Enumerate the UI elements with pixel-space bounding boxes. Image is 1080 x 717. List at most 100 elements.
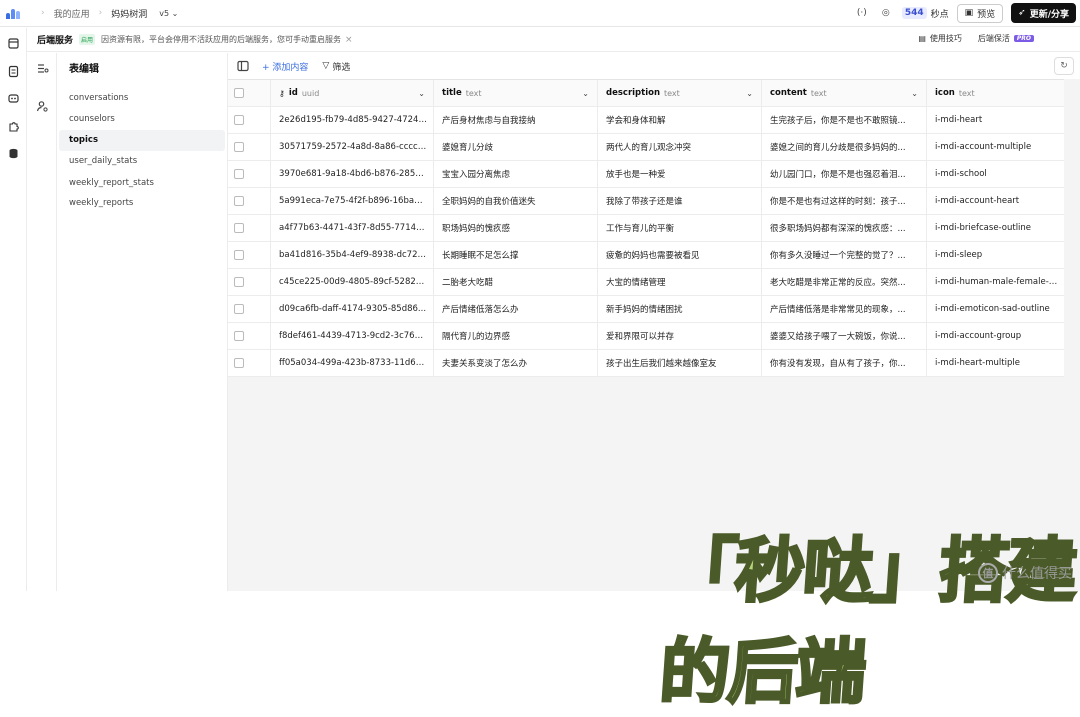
table-row[interactable]: d09ca6fb-daff-4174-9305-85d86... 产后情绪低落怎么… <box>228 296 1064 323</box>
puzzle-icon[interactable] <box>7 120 20 133</box>
select-all-checkbox[interactable] <box>234 88 244 98</box>
cell-icon[interactable]: i-mdi-sleep <box>927 242 1064 268</box>
refresh-button[interactable]: ↻ <box>1054 57 1074 75</box>
row-checkbox[interactable] <box>234 304 244 314</box>
cell-icon[interactable]: i-mdi-school <box>927 161 1064 187</box>
cell-content[interactable]: 产后情绪低落是非常常见的现象，... <box>762 296 927 322</box>
table-settings-icon[interactable] <box>36 62 49 75</box>
breadcrumb-my-apps[interactable]: 我的应用 <box>54 7 90 20</box>
cell-description[interactable]: 工作与育儿的平衡 <box>598 215 762 241</box>
row-checkbox[interactable] <box>234 196 244 206</box>
cell-id[interactable]: d09ca6fb-daff-4174-9305-85d86... <box>271 296 434 322</box>
cell-content[interactable]: 幼儿园门口，你是不是也强忍着泪... <box>762 161 927 187</box>
cell-description[interactable]: 新手妈妈的情绪困扰 <box>598 296 762 322</box>
cell-icon[interactable]: i-mdi-account-multiple <box>927 134 1064 160</box>
table-row[interactable]: 3970e681-9a18-4bd6-b876-285cd... 宝宝入园分离焦虑… <box>228 161 1064 188</box>
version-selector[interactable]: v5 ⌄ <box>155 8 182 19</box>
column-header-content[interactable]: content text ⌄ <box>762 80 927 106</box>
row-checkbox[interactable] <box>234 277 244 287</box>
cell-content[interactable]: 婆婆又给孩子喂了一大碗饭，你说... <box>762 323 927 349</box>
cell-icon[interactable]: i-mdi-account-heart <box>927 188 1064 214</box>
table-row[interactable]: 2e26d195-fb79-4d85-9427-47243... 产后身材焦虑与自… <box>228 107 1064 134</box>
robot-icon[interactable] <box>7 92 20 105</box>
cell-icon[interactable]: i-mdi-account-group <box>927 323 1064 349</box>
table-row[interactable]: 5a991eca-7e75-4f2f-b896-16ba93... 全职妈妈的自我… <box>228 188 1064 215</box>
seconds-balance[interactable]: 544 秒点 <box>901 7 949 20</box>
cell-description[interactable]: 孩子出生后我们越来越像室友 <box>598 350 762 376</box>
row-checkbox[interactable] <box>234 115 244 125</box>
cell-icon[interactable]: i-mdi-briefcase-outline <box>927 215 1064 241</box>
cell-content[interactable]: 生完孩子后，你是不是也不敢照镜... <box>762 107 927 133</box>
table-row[interactable]: ff05a034-499a-423b-8733-11d69c... 夫妻关系变淡了… <box>228 350 1064 377</box>
cell-description[interactable]: 大宝的情绪管理 <box>598 269 762 295</box>
table-row[interactable]: c45ce225-00d9-4805-89cf-52821... 二胎老大吃醋 大宝… <box>228 269 1064 296</box>
document-icon[interactable] <box>7 65 20 78</box>
cell-content[interactable]: 很多职场妈妈都有深深的愧疚感：... <box>762 215 927 241</box>
chevron-down-icon[interactable]: ⌄ <box>582 89 589 98</box>
page-icon[interactable] <box>7 37 20 50</box>
table-item-topics[interactable]: topics <box>59 130 225 151</box>
column-header-icon[interactable]: icon text <box>927 80 1064 106</box>
cell-description[interactable]: 学会和身体和解 <box>598 107 762 133</box>
table-row[interactable]: f8def461-4439-4713-9cd2-3c767a... 隔代育儿的边界… <box>228 323 1064 350</box>
column-header-id[interactable]: ⚷ id uuid ⌄ <box>271 80 434 106</box>
row-checkbox[interactable] <box>234 331 244 341</box>
cell-id[interactable]: 5a991eca-7e75-4f2f-b896-16ba93... <box>271 188 434 214</box>
cell-title[interactable]: 职场妈妈的愧疚感 <box>434 215 598 241</box>
cell-title[interactable]: 宝宝入园分离焦虑 <box>434 161 598 187</box>
cell-icon[interactable]: i-mdi-heart <box>927 107 1064 133</box>
cell-description[interactable]: 我除了带孩子还是谁 <box>598 188 762 214</box>
cell-title[interactable]: 婆媳育儿分歧 <box>434 134 598 160</box>
cell-id[interactable]: ba41d816-35b4-4ef9-8938-dc72d... <box>271 242 434 268</box>
table-row[interactable]: ba41d816-35b4-4ef9-8938-dc72d... 长期睡眠不足怎么… <box>228 242 1064 269</box>
preview-button[interactable]: ▣ 预览 <box>956 3 1004 23</box>
cell-title[interactable]: 长期睡眠不足怎么撑 <box>434 242 598 268</box>
cell-content[interactable]: 你是不是也有过这样的时刻：孩子... <box>762 188 927 214</box>
cell-icon[interactable]: i-mdi-emoticon-sad-outline <box>927 296 1064 322</box>
cell-title[interactable]: 二胎老大吃醋 <box>434 269 598 295</box>
target-icon[interactable]: ◎ <box>878 5 894 21</box>
filter-button[interactable]: ▽ 筛选 <box>322 60 350 73</box>
table-row[interactable]: a4f77b63-4471-43f7-8d55-77149e... 职场妈妈的愧疚… <box>228 215 1064 242</box>
sidebar-toggle-icon[interactable] <box>236 59 250 73</box>
cell-id[interactable]: 30571759-2572-4a8d-8a86-cccc3... <box>271 134 434 160</box>
column-header-title[interactable]: title text ⌄ <box>434 80 598 106</box>
tips-link[interactable]: ▤ 使用技巧 <box>918 33 962 44</box>
close-icon[interactable]: × <box>345 35 353 45</box>
keepalive-toggle[interactable]: 后端保活 PRO <box>978 33 1034 44</box>
cell-content[interactable]: 你有没有发现，自从有了孩子，你... <box>762 350 927 376</box>
breadcrumb-app-name[interactable]: 妈妈树洞 <box>111 7 147 20</box>
chevron-down-icon[interactable]: ⌄ <box>418 89 425 98</box>
cell-description[interactable]: 放手也是一种爱 <box>598 161 762 187</box>
table-item-weekly-report-stats[interactable]: weekly_report_stats <box>59 173 225 194</box>
user-settings-icon[interactable] <box>36 100 49 113</box>
publish-button[interactable]: ➶ 更新/分享 <box>1011 3 1076 23</box>
cell-id[interactable]: 2e26d195-fb79-4d85-9427-47243... <box>271 107 434 133</box>
cell-title[interactable]: 夫妻关系变淡了怎么办 <box>434 350 598 376</box>
cell-icon[interactable]: i-mdi-heart-multiple <box>927 350 1064 376</box>
chevron-down-icon[interactable]: ⌄ <box>746 89 753 98</box>
table-item-weekly-reports[interactable]: weekly_reports <box>59 193 225 214</box>
cell-id[interactable]: 3970e681-9a18-4bd6-b876-285cd... <box>271 161 434 187</box>
cell-id[interactable]: ff05a034-499a-423b-8733-11d69c... <box>271 350 434 376</box>
cell-id[interactable]: c45ce225-00d9-4805-89cf-52821... <box>271 269 434 295</box>
cell-icon[interactable]: i-mdi-human-male-female-chil <box>927 269 1064 295</box>
row-checkbox[interactable] <box>234 169 244 179</box>
cell-title[interactable]: 全职妈妈的自我价值迷失 <box>434 188 598 214</box>
chevron-down-icon[interactable]: ⌄ <box>911 89 918 98</box>
cell-title[interactable]: 产后身材焦虑与自我接纳 <box>434 107 598 133</box>
table-item-user-daily-stats[interactable]: user_daily_stats <box>59 151 225 172</box>
code-icon[interactable]: (·) <box>854 5 870 21</box>
cell-description[interactable]: 爱和界限可以并存 <box>598 323 762 349</box>
row-checkbox[interactable] <box>234 142 244 152</box>
table-item-counselors[interactable]: counselors <box>59 109 225 130</box>
cell-content[interactable]: 婆媳之间的育儿分歧是很多妈妈的... <box>762 134 927 160</box>
row-checkbox[interactable] <box>234 250 244 260</box>
table-item-conversations[interactable]: conversations <box>59 88 225 109</box>
add-record-button[interactable]: + 添加内容 <box>262 60 308 73</box>
cell-title[interactable]: 产后情绪低落怎么办 <box>434 296 598 322</box>
cell-description[interactable]: 疲惫的妈妈也需要被看见 <box>598 242 762 268</box>
cell-content[interactable]: 老大吃醋是非常正常的反应。突然... <box>762 269 927 295</box>
app-logo[interactable] <box>6 8 22 19</box>
database-icon[interactable] <box>7 147 20 160</box>
